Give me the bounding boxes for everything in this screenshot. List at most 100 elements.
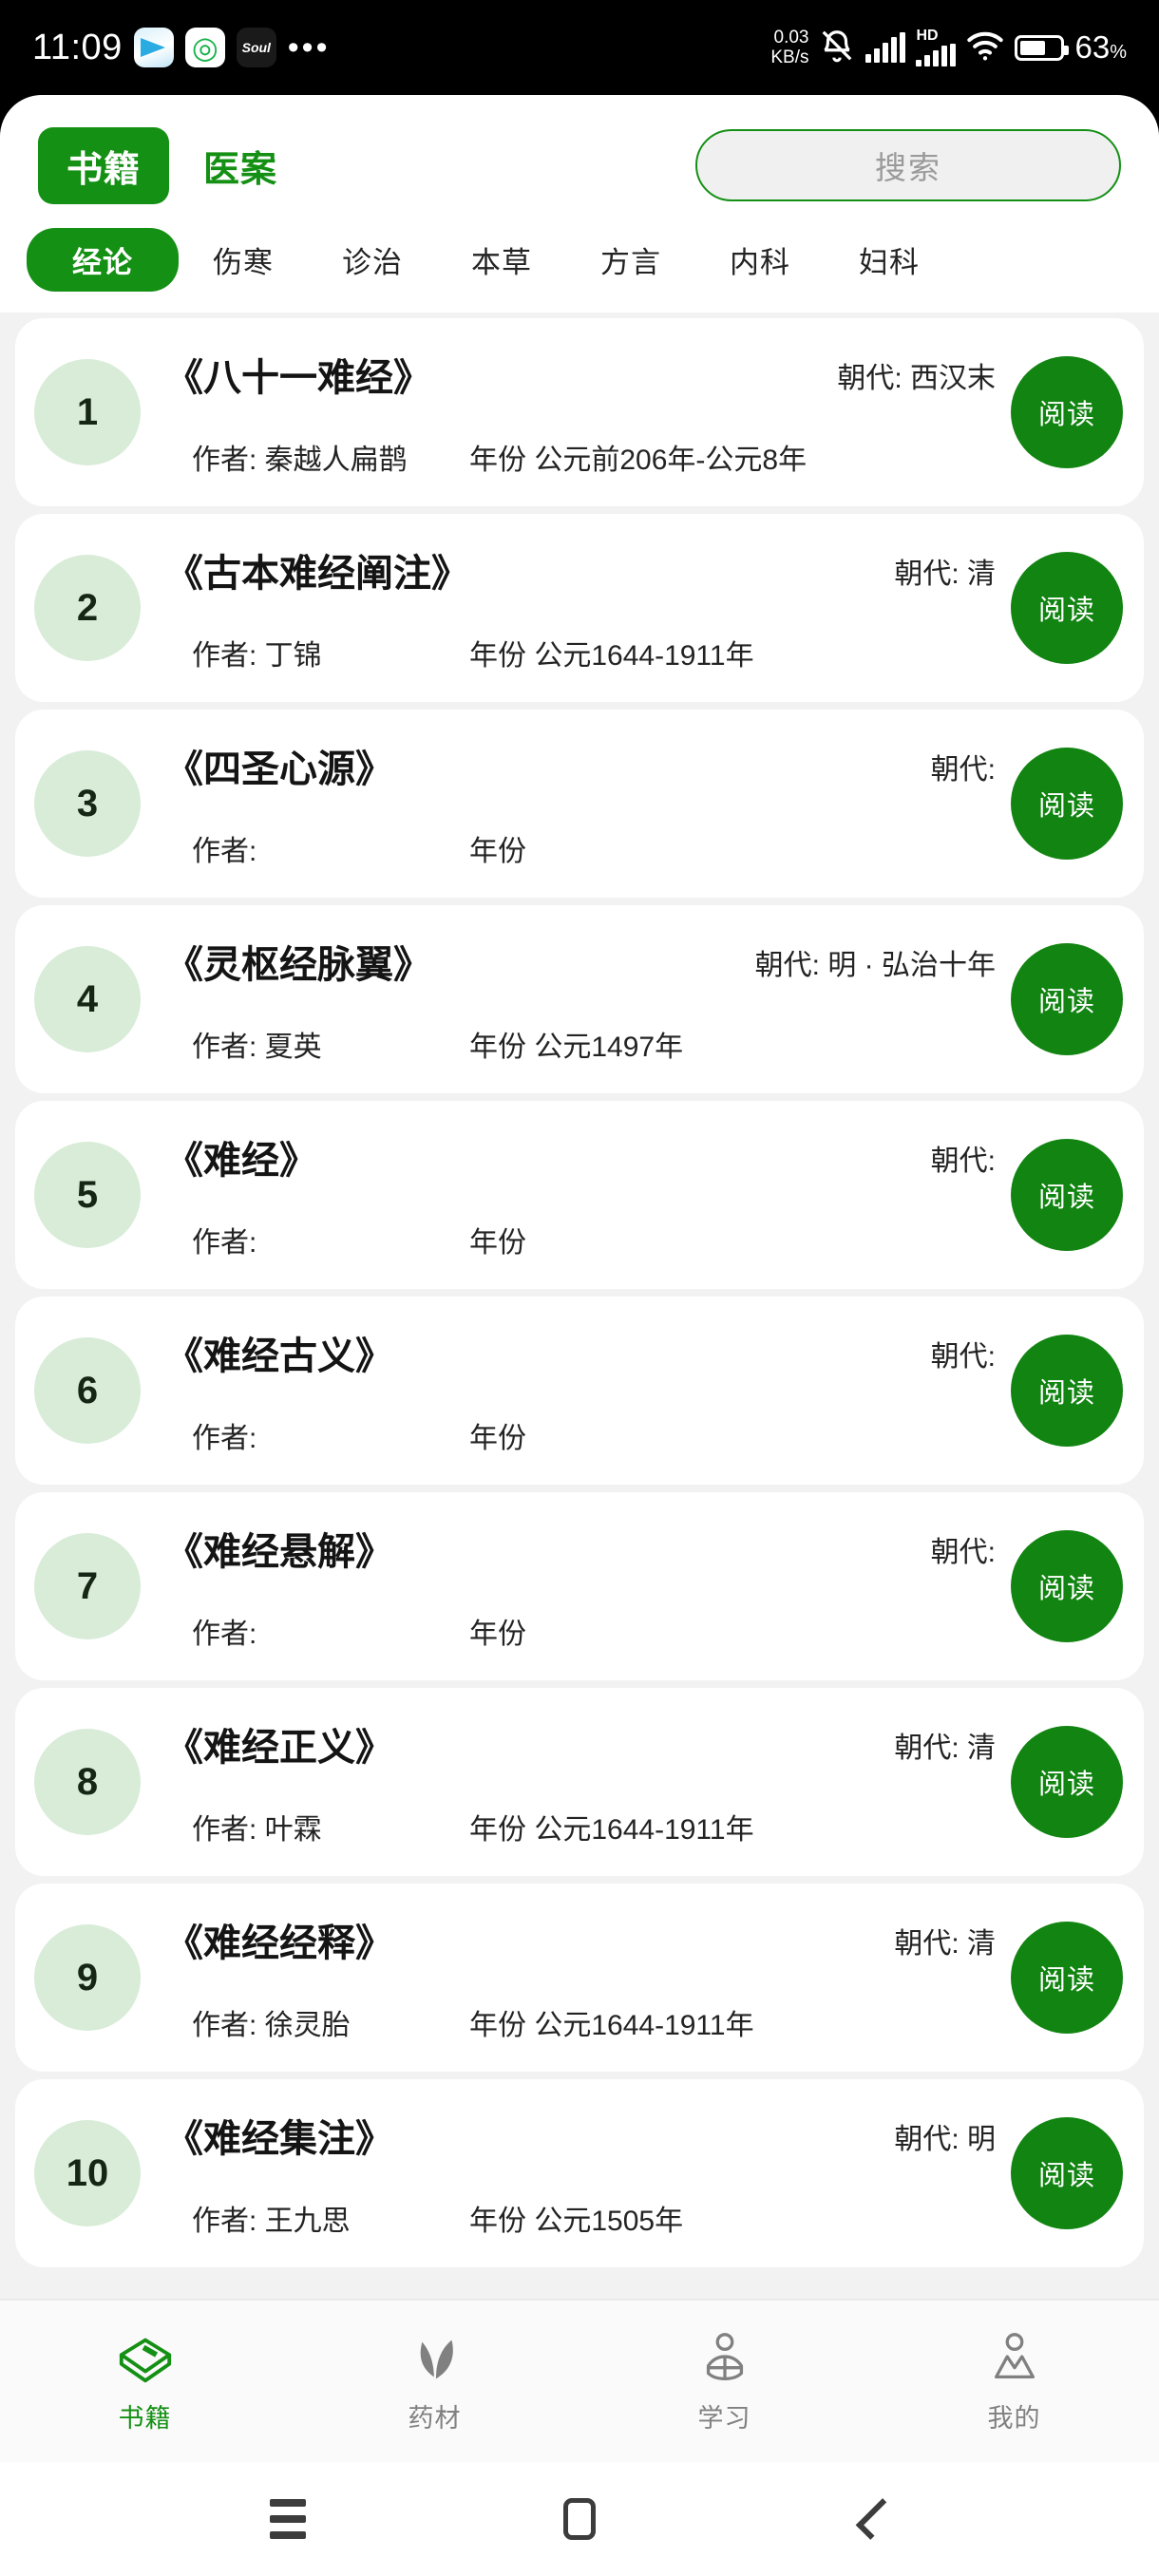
book-card[interactable]: 7 《难经悬解》 朝代: 作者: 年份 阅读 [15,1492,1144,1680]
read-button[interactable]: 阅读 [1011,2117,1123,2229]
hd-label: HD [916,27,939,44]
read-button[interactable]: 阅读 [1011,943,1123,1055]
phone-screen: 11:09 Soul ••• 0.03 KB/s HD [0,0,1159,2576]
category-tab-6[interactable]: 妇科 [825,228,954,292]
book-year: 年份 公元1644-1911年 [469,2010,754,2041]
book-author: 作者: [192,1619,257,1650]
book-card[interactable]: 9 《难经经释》 朝代: 清作者: 徐灵胎 年份 公元1644-1911年 阅读 [15,1884,1144,2072]
nav-item-label: 药材 [408,2403,462,2433]
category-tab-2[interactable]: 诊治 [308,228,437,292]
book-title: 《八十一难经》 [165,357,431,399]
top-tab-bar: 书籍 医案 搜索 [0,120,1159,211]
book-card[interactable]: 4 《灵枢经脉翼》 朝代: 明 · 弘治十年 作者: 夏英 年份 公元1497年 阅读 [15,905,1144,1093]
book-dynasty: 朝代: 清 [894,1928,996,1960]
book-card[interactable]: 10 《难经集注》 朝代: 明作者: 王九思 年份 公元1505年 阅读 [15,2079,1144,2267]
book-info: 《古本难经阐注》 朝代: 清作者: 丁锦 年份 公元1644-1911年 [156,537,1005,679]
book-title: 《四圣心源》 [165,748,393,790]
bottom-navigation-bar: 书籍 药材 学习 我的 [0,2299,1159,2462]
book-dynasty: 朝代: 西汉末 [837,363,996,394]
book-author: 作者: 秦越人扁鹊 [192,445,408,476]
network-speed-unit: KB/s [770,47,809,67]
book-title: 《难经经释》 [165,1923,393,1964]
book-info: 《难经正义》 朝代: 清作者: 叶霖 年份 公元1644-1911年 [156,1711,1005,1853]
telegram-icon [133,28,174,67]
read-button[interactable]: 阅读 [1011,1335,1123,1447]
book-author: 作者: 徐灵胎 [192,2010,351,2041]
nav-item-0[interactable]: 书籍 [0,2329,290,2434]
book-info: 《八十一难经》 朝代: 西汉末作者: 秦越人扁鹊 年份 公元前206年-公元8年 [156,341,1005,483]
book-author: 作者: 叶霖 [192,1814,322,1846]
book-year: 年份 [469,1227,526,1259]
book-year: 年份 [469,1423,526,1454]
category-tab-5[interactable]: 内科 [695,228,825,292]
book-card[interactable]: 5 《难经》 朝代: 作者: 年份 阅读 [15,1101,1144,1289]
book-index-badge: 2 [34,555,141,661]
book-title: 《难经悬解》 [165,1531,393,1573]
search-placeholder: 搜索 [875,150,941,185]
nav-item-label: 学习 [697,2403,751,2433]
read-button[interactable]: 阅读 [1011,1922,1123,2034]
battery-icon [1015,34,1070,61]
network-speed-value: 0.03 [773,28,809,47]
book-dynasty: 朝代: [930,1146,996,1177]
book-index-badge: 10 [34,2120,141,2226]
book-title: 《古本难经阐注》 [165,553,469,595]
book-card[interactable]: 3 《四圣心源》 朝代: 作者: 年份 阅读 [15,710,1144,898]
book-year: 年份 公元前206年-公元8年 [469,445,808,476]
book-dynasty: 朝代: [930,1537,996,1568]
book-info: 《灵枢经脉翼》 朝代: 明 · 弘治十年 作者: 夏英 年份 公元1497年 [156,928,1005,1070]
recents-icon[interactable] [255,2486,321,2552]
status-bar-right: 0.03 KB/s HD 63% [770,28,1127,68]
search-input[interactable]: 搜索 [695,129,1121,201]
tab-medical-cases[interactable]: 医案 [203,140,277,192]
book-dynasty: 朝代: [930,1341,996,1373]
nav-item-1[interactable]: 药材 [290,2329,580,2434]
nav-item-3[interactable]: 我的 [869,2329,1159,2434]
book-info: 《难经悬解》 朝代: 作者: 年份 [156,1515,1005,1657]
book-year: 年份 [469,836,526,867]
home-icon[interactable] [546,2486,613,2552]
book-author: 作者: [192,1227,257,1259]
category-tab-0[interactable]: 经论 [27,228,179,292]
read-button[interactable]: 阅读 [1011,1139,1123,1251]
nav-item-2[interactable]: 学习 [580,2329,869,2434]
person-icon [985,2329,1044,2388]
read-button[interactable]: 阅读 [1011,552,1123,664]
category-tab-3[interactable]: 本草 [437,228,566,292]
category-tab-1[interactable]: 伤寒 [179,228,308,292]
back-icon[interactable] [838,2486,904,2552]
book-info: 《难经》 朝代: 作者: 年份 [156,1124,1005,1266]
soul-icon: Soul [236,28,276,67]
book-index-badge: 6 [34,1337,141,1444]
book-title: 《难经集注》 [165,2118,393,2160]
book-year: 年份 [469,1619,526,1650]
book-card[interactable]: 6 《难经古义》 朝代: 作者: 年份 阅读 [15,1297,1144,1485]
book-dynasty: 朝代: 清 [894,559,996,590]
status-overflow-icon: ••• [287,29,331,66]
book-dynasty: 朝代: [930,754,996,786]
wifi-icon [966,29,1004,66]
book-list[interactable]: 1 《八十一难经》 朝代: 西汉末 作者: 秦越人扁鹊 年份 公元前206年-公元8年阅… [0,313,1159,2267]
read-button[interactable]: 阅读 [1011,1726,1123,1838]
book-dynasty: 朝代: 明 · 弘治十年 [754,950,996,981]
book-index-badge: 4 [34,946,141,1052]
book-index-badge: 3 [34,750,141,857]
book-card[interactable]: 1 《八十一难经》 朝代: 西汉末 作者: 秦越人扁鹊 年份 公元前206年-公元8年 阅… [15,318,1144,506]
book-year: 年份 公元1644-1911年 [469,1814,754,1846]
battery-percent: 63% [1074,29,1127,66]
read-button[interactable]: 阅读 [1011,1530,1123,1642]
android-navigation-bar [0,2462,1159,2576]
book-card[interactable]: 2 《古本难经阐注》 朝代: 清作者: 丁锦 年份 公元1644-1911年 阅读 [15,514,1144,702]
study-icon [695,2329,754,2388]
bell-mute-icon [819,28,855,68]
tab-books[interactable]: 书籍 [38,126,170,204]
book-title: 《难经古义》 [165,1335,393,1377]
wechat-icon [184,28,225,67]
read-button[interactable]: 阅读 [1011,748,1123,860]
book-info: 《难经经释》 朝代: 清作者: 徐灵胎 年份 公元1644-1911年 [156,1906,1005,2049]
book-icon [116,2329,175,2388]
book-card[interactable]: 8 《难经正义》 朝代: 清作者: 叶霖 年份 公元1644-1911年 阅读 [15,1688,1144,1876]
category-tab-4[interactable]: 方言 [566,228,695,292]
network-speed: 0.03 KB/s [770,28,808,67]
read-button[interactable]: 阅读 [1011,356,1123,468]
